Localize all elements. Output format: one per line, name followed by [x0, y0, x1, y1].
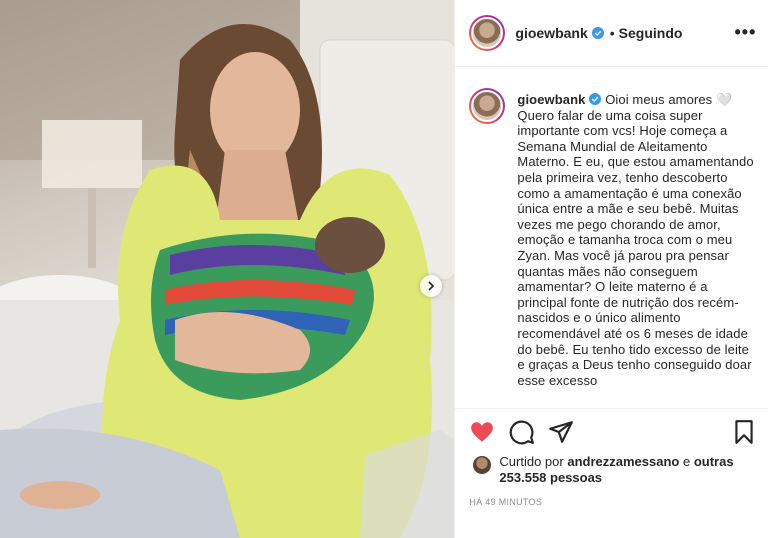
- photo-scene: [0, 0, 455, 538]
- likes-joiner: e: [682, 454, 691, 469]
- following-button[interactable]: Seguindo: [619, 25, 683, 41]
- caption-text: Oioi meus amores 🤍 Quero falar de uma co…: [517, 92, 754, 388]
- likes-text: Curtido por andrezzamessano e outras 253…: [499, 454, 759, 486]
- instagram-post: gioewbank • Seguindo ••• gioewbank Oioi …: [0, 0, 768, 538]
- caption-avatar[interactable]: [469, 88, 506, 124]
- chevron-right-icon: [428, 281, 435, 291]
- post-timestamp[interactable]: HÁ 49 MINUTOS: [469, 497, 542, 507]
- verified-icon: [589, 93, 602, 105]
- likes-prefix: Curtido por: [499, 454, 564, 469]
- avatar-image: [471, 90, 504, 122]
- action-bar: [455, 408, 768, 453]
- author-avatar[interactable]: [469, 15, 506, 51]
- heart-icon[interactable]: [469, 419, 495, 445]
- header-meta: gioewbank • Seguindo: [515, 25, 682, 41]
- header-separator: •: [609, 25, 615, 41]
- post-header: gioewbank • Seguindo •••: [455, 0, 768, 67]
- bookmark-icon[interactable]: [731, 419, 757, 445]
- more-icon[interactable]: •••: [735, 22, 757, 43]
- avatar-image: [471, 17, 504, 49]
- liker-username[interactable]: andrezzamessano: [567, 454, 679, 469]
- caption-text-block: gioewbank Oioi meus amores 🤍 Quero falar…: [517, 92, 757, 388]
- next-photo-button[interactable]: [420, 275, 442, 297]
- caption-username[interactable]: gioewbank: [517, 92, 585, 107]
- header-username[interactable]: gioewbank: [515, 25, 587, 41]
- caption-area: gioewbank Oioi meus amores 🤍 Quero falar…: [455, 66, 768, 408]
- post-side-panel: gioewbank • Seguindo ••• gioewbank Oioi …: [454, 0, 768, 538]
- liker-avatar[interactable]: [473, 456, 492, 474]
- verified-icon: [591, 27, 604, 39]
- comment-icon[interactable]: [509, 419, 535, 445]
- post-photo[interactable]: [0, 0, 455, 538]
- share-icon[interactable]: [548, 419, 574, 445]
